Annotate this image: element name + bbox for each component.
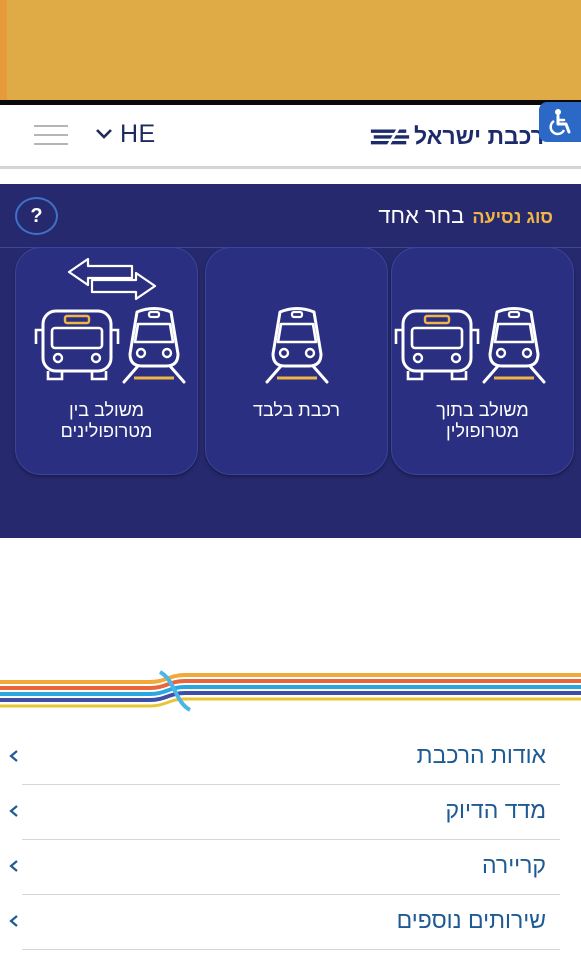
site-header: HE רכבת ישראל [0, 105, 581, 166]
menu-item-label: קריירה [482, 852, 546, 878]
wheelchair-icon [549, 109, 571, 136]
train-icon [265, 307, 329, 384]
menu-item-label: שירותים נוספים [396, 907, 546, 933]
card-label: משולב בין מטרופולינים [60, 400, 153, 441]
rail-stripes-decoration [0, 670, 581, 712]
menu-item-services[interactable]: שירותים נוספים [9, 895, 560, 950]
menu-item-label: מדד הדיוק [445, 797, 546, 823]
card-combined-intercity[interactable]: משולב בין מטרופולינים [15, 247, 198, 475]
card-combined-metro[interactable]: משולב בתוך מטרופולין [391, 247, 574, 475]
chevron-left-icon [9, 750, 18, 762]
header-divider [0, 166, 581, 169]
hamburger-menu-icon[interactable] [34, 123, 68, 147]
panel-title: סוג נסיעה בחר אחד [378, 203, 553, 229]
menu-item-about[interactable]: אודות הרכבת [9, 730, 560, 785]
bus-icon [34, 309, 120, 381]
menu-item-punctuality[interactable]: מדד הדיוק [9, 785, 560, 840]
card-art [392, 248, 573, 398]
card-art [206, 248, 387, 398]
menu-item-careers[interactable]: קריירה [9, 840, 560, 895]
chevron-left-icon [9, 860, 18, 872]
chevron-left-icon [9, 915, 18, 927]
accessibility-button[interactable] [539, 102, 581, 142]
help-button[interactable]: ? [15, 197, 58, 235]
language-selector[interactable]: HE [94, 117, 156, 151]
panel-title-accent: סוג נסיעה [472, 207, 553, 227]
card-label: משולב בתוך מטרופולין [436, 400, 529, 441]
train-icon [122, 307, 186, 384]
banner-edge [0, 0, 7, 100]
israel-railways-logo[interactable]: רכבת ישראל [368, 119, 544, 153]
bus-icon [394, 309, 480, 381]
panel-title-main: בחר אחד [378, 203, 465, 228]
bidirectional-arrows-icon [67, 257, 157, 301]
logo-text: רכבת ישראל [413, 122, 544, 149]
card-art [16, 248, 197, 398]
language-label: HE [120, 119, 156, 148]
israel-railways-logo-icon [370, 125, 410, 147]
card-train-only[interactable]: רכבת בלבד [205, 247, 388, 475]
chevron-down-icon [96, 129, 112, 139]
card-label: רכבת בלבד [252, 400, 341, 420]
menu-item-label: אודות הרכבת [416, 742, 546, 768]
trip-type-panel: ? סוג נסיעה בחר אחד משולב בין מטרופוליני… [0, 184, 581, 538]
chevron-left-icon [9, 805, 18, 817]
train-icon [482, 307, 546, 384]
top-banner [0, 0, 581, 100]
